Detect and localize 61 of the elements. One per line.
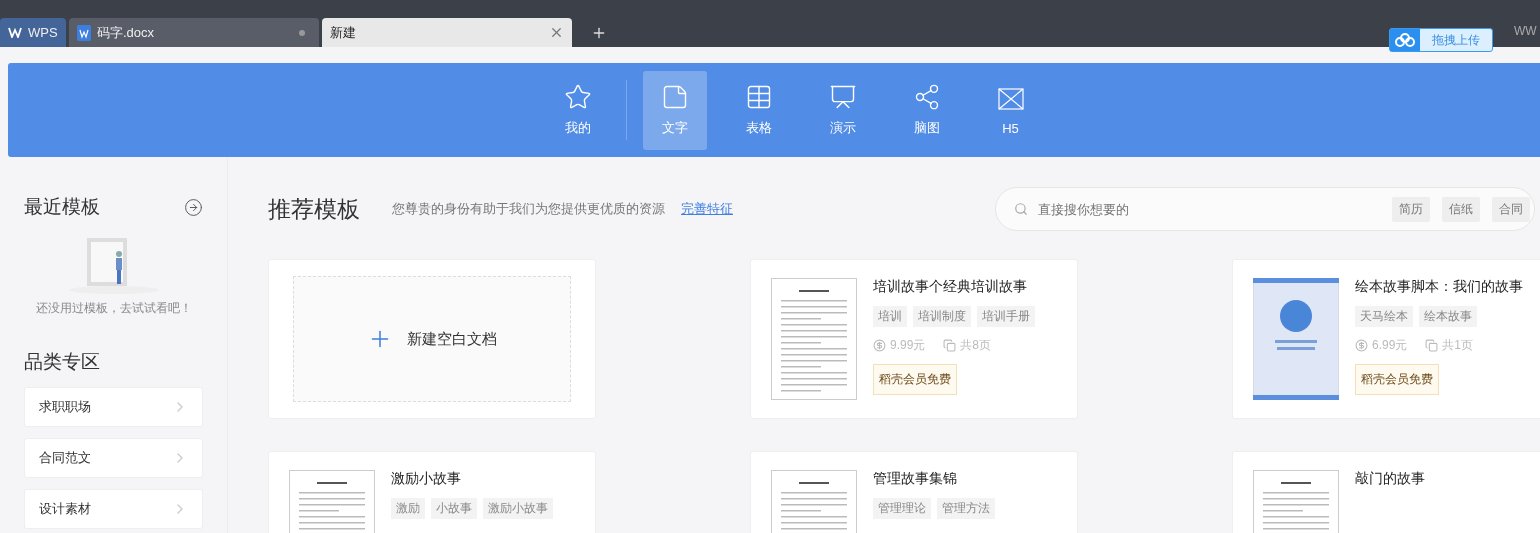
template-title: 敲门的故事: [1355, 470, 1425, 488]
category-tab[interactable]: 表格: [726, 70, 791, 150]
tag: 培训: [873, 306, 907, 327]
tag: 管理方法: [937, 498, 995, 519]
profile-link[interactable]: 完善特征: [681, 200, 733, 218]
template-card[interactable]: 激励小故事 激励 小故事 激励小故事: [268, 451, 596, 533]
category-item[interactable]: 设计素材: [24, 489, 203, 529]
tag: 激励小故事: [483, 498, 553, 519]
new-blank-button[interactable]: 新建空白文档: [293, 276, 571, 402]
search-icon: [1014, 202, 1028, 216]
arrow-right-icon[interactable]: [184, 197, 203, 217]
section-title: 最近模板: [24, 195, 100, 219]
empty-message: 还没用过模板，去试试看吧！: [34, 300, 193, 317]
pages-icon: [1425, 339, 1439, 352]
category-tab[interactable]: 脑图: [894, 70, 959, 150]
document-icon: [77, 24, 91, 41]
browser-tab[interactable]: 码字.docx: [69, 18, 319, 47]
category-item[interactable]: 合同范文: [24, 438, 203, 478]
category-tab[interactable]: 演示: [810, 70, 875, 150]
browser-tab[interactable]: WPS: [0, 18, 66, 47]
price: 9.99元: [873, 337, 926, 354]
template-card[interactable]: 敲门的故事: [1232, 451, 1540, 533]
hot-tag[interactable]: 简历: [1392, 196, 1430, 222]
template-title: 管理故事集锦: [873, 470, 958, 488]
page-title: 推荐模板: [268, 194, 360, 224]
price: 6.99元: [1355, 337, 1408, 354]
coin-icon: [873, 339, 886, 352]
tag: 绘本故事: [1419, 306, 1477, 327]
search-field[interactable]: 直接搜你想要的 简历 信纸 合同: [995, 187, 1535, 231]
pages-icon: [943, 339, 957, 352]
tag: 培训手册: [977, 306, 1035, 327]
hot-tag[interactable]: 信纸: [1442, 196, 1480, 222]
unsaved-dot: [299, 29, 305, 36]
template-title: 激励小故事: [391, 470, 462, 488]
category-tab[interactable]: H5: [978, 70, 1043, 150]
template-title: 绘本故事脚本：我们的故事: [1355, 278, 1523, 296]
cut-off-text: WW: [1514, 24, 1537, 38]
subtitle: 您尊贵的身份有助于我们为您提供更优质的资源: [392, 200, 665, 218]
wps-logo-icon: [8, 27, 22, 38]
member-free-badge: 稻壳会员免费: [873, 364, 957, 395]
coin-icon: [1355, 339, 1368, 352]
category-item[interactable]: 求职职场: [24, 387, 203, 427]
tag: 小故事: [431, 498, 477, 519]
upload-button[interactable]: 拖拽上传: [1389, 28, 1493, 52]
cloud-icon: [1395, 33, 1415, 47]
page-count: 共8页: [943, 337, 992, 354]
section-title: 品类专区: [24, 351, 100, 372]
member-free-badge: 稻壳会员免费: [1355, 364, 1439, 395]
category-tab[interactable]: 我的: [545, 70, 610, 150]
template-title: 培训故事个经典培训故事: [873, 278, 1028, 296]
template-card[interactable]: 培训故事个经典培训故事 培训 培训制度 培训手册 9.99元 共8页 稻壳会员免费: [750, 259, 1078, 419]
template-card[interactable]: 管理故事集锦 管理理论 管理方法: [750, 451, 1078, 533]
tag: 激励: [391, 498, 425, 519]
tag: 培训制度: [913, 306, 971, 327]
tag: 管理理论: [873, 498, 931, 519]
page-count: 共1页: [1425, 337, 1474, 354]
tag: 天马绘本: [1355, 306, 1413, 327]
close-icon[interactable]: [549, 25, 564, 40]
template-card[interactable]: 绘本故事脚本：我们的故事 天马绘本 绘本故事 6.99元 共1页 稻壳会员免费: [1232, 259, 1540, 419]
browser-tab[interactable]: 新建: [322, 18, 572, 47]
hot-tag[interactable]: 合同: [1492, 196, 1530, 222]
